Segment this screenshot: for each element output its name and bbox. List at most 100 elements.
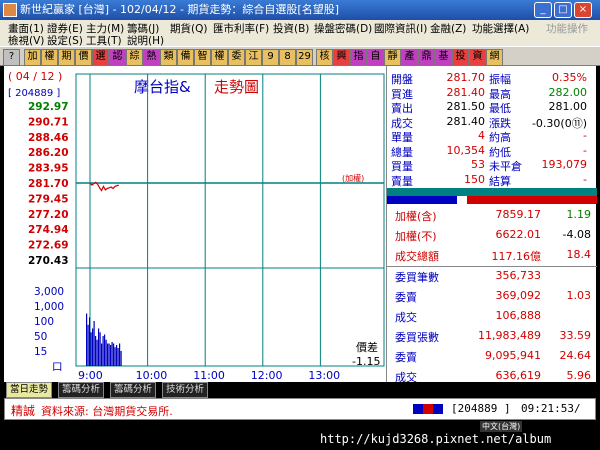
window-title: 新世紀贏家 [台灣] - 102/04/12 - 期貨走勢：綜合自選股[名望股] [20,3,339,16]
order-change: 5.96 [566,369,592,382]
order-value: 11,983,489 [478,329,541,342]
toolbar-button-16[interactable]: 8 [279,49,296,66]
order-row: 成交 106,888 [387,309,597,324]
toolbar-button-23[interactable]: 產 [401,49,418,66]
order-label: 委賣 [395,291,417,304]
index-label: 加權(不) [395,230,437,243]
price-tick-label: 277.20 [28,209,69,221]
toolbar-button-19[interactable]: 興 [333,49,350,66]
volume-bar [86,313,88,366]
quote-value: 281.40 [446,114,486,128]
toolbar-button-12[interactable]: 權 [211,49,228,66]
view-tabs: 當日走勢 籌碼分析 籌碼分析 技術分析 [4,382,596,398]
price-tick-label: 279.45 [28,193,69,205]
ime-indicator[interactable]: 中文(台灣) [480,421,523,432]
volume-bar [114,347,116,366]
volume-bar [99,332,101,366]
quote-row: 單量 4 約高 - [387,129,597,144]
toolbar-button-8[interactable]: 熱 [143,49,160,66]
status-blue-icon [413,404,423,414]
trend-chart[interactable]: ( 04 / 12 ) [ 204889 ] 摩台指& 走勢圖 292.9729… [4,66,386,382]
toolbar-button-28[interactable]: 網 [486,49,503,66]
bottom-strip: 中文(台灣) http://kujd3268.pixnet.net/album [0,420,600,450]
toolbar-button-22[interactable]: 靜 [384,49,401,66]
index-label: 成交總額 [395,250,439,263]
quote-value: 53 [471,158,485,171]
menu-intl-info[interactable]: 國際資訊(I) [374,21,427,36]
order-value: 9,095,941 [485,349,541,362]
toolbar-button-0[interactable]: ? [3,49,20,66]
close-button[interactable]: × [574,2,592,18]
toolbar-button-4[interactable]: 價 [75,49,92,66]
menu-forex-rates[interactable]: 匯市利率(F) [213,21,269,36]
price-tick-label: 274.94 [28,224,69,236]
tab-chips-analysis[interactable]: 籌碼分析 [58,382,105,398]
volume-bar [90,332,92,366]
toolbar-button-15[interactable]: 9 [262,49,279,66]
chart-title-instrument: 摩台指& [134,78,191,96]
toolbar-button-6[interactable]: 認 [109,49,126,66]
toolbar-button-21[interactable]: 自 [367,49,384,66]
app-icon[interactable] [3,3,17,17]
toolbar-button-26[interactable]: 投 [452,49,469,66]
code-badge: [ 204889 ] [8,88,60,99]
index-row: 成交總額 117.16億 18.4 [387,248,597,263]
quote-row: 買進 281.40 最高 282.00 [387,86,597,101]
menu-trading-code[interactable]: 操盤密碼(D) [314,21,372,36]
toolbar-button-24[interactable]: 鼎 [418,49,435,66]
toolbar-button-13[interactable]: 委 [228,49,245,66]
volume-bar [117,348,119,366]
tab-intraday[interactable]: 當日走勢 [6,382,53,398]
volume-bar [107,343,109,366]
order-row: 委買張數 11,983,489 33.59 [387,329,597,344]
menu-function-ops[interactable]: 功能操作 [546,21,588,36]
minimize-button[interactable]: _ [534,2,552,18]
status-time: 09:21:53/ [521,402,581,415]
volume-bar [102,336,104,366]
tab-chips-analysis-2[interactable]: 籌碼分析 [110,382,157,398]
toolbar-button-17[interactable]: 29 [296,49,313,66]
toolbar-button-27[interactable]: 資 [469,49,486,66]
toolbar: ? 加權期價選認綜熱類備智權委江 9 8 29 核興指自靜產鼎基投資網 [0,46,600,66]
tab-technical-analysis[interactable]: 技術分析 [162,382,209,398]
toolbar-button-2[interactable]: 權 [41,49,58,66]
order-value: 369,092 [495,289,542,302]
index-change: -4.08 [562,228,591,241]
order-label: 成交 [395,311,417,324]
menu-futures[interactable]: 期貨(Q) [170,21,207,36]
toolbar-button-18[interactable]: 核 [316,49,333,66]
volume-bar [116,345,118,366]
toolbar-button-20[interactable]: 指 [350,49,367,66]
quote-value: 150 [464,172,485,186]
order-row: 委買筆數 356,733 [387,269,597,284]
volume-tick-label: 15 [34,346,47,358]
toolbar-button-25[interactable]: 基 [435,49,452,66]
toolbar-button-3[interactable]: 期 [58,49,75,66]
time-tick-label: 12:00 [251,369,283,382]
toolbar-button-11[interactable]: 智 [194,49,211,66]
menu-finance[interactable]: 金融(Z) [430,21,466,36]
toolbar-button-14[interactable]: 江 [245,49,262,66]
quote-value: 281.50 [446,100,486,113]
price-tick-label: 292.97 [28,101,69,113]
toolbar-button-9[interactable]: 類 [160,49,177,66]
maximize-button[interactable]: □ [554,2,572,18]
menu-function-select[interactable]: 功能選擇(A) [472,21,529,36]
volume-bar [111,342,113,366]
price-tick-label: 270.43 [28,255,69,267]
chart-area[interactable]: ( 04 / 12 ) [ 204889 ] 摩台指& 走勢圖 292.97 29… [4,66,386,382]
status-code: [204889 ] [451,402,511,415]
quote-value: 4 [478,129,485,142]
title-bar: 新世紀贏家 [台灣] - 102/04/12 - 期貨走勢：綜合自選股[名望股] [0,0,600,20]
toolbar-button-5[interactable]: 選 [92,49,109,66]
menu-investment[interactable]: 投資(B) [273,21,309,36]
volume-tick-label: 100 [34,316,54,328]
toolbar-button-10[interactable]: 備 [177,49,194,66]
price-tick-label: 288.46 [28,132,69,144]
toolbar-button-1[interactable]: 加 [24,49,41,66]
toolbar-button-7[interactable]: 綜 [126,49,143,66]
order-label: 委賣 [395,351,417,364]
index-table: 加權(含) 7859.17 1.19 加權(不) 6622.01 -4.08 成交總額 117… [387,206,597,266]
order-row: 委賣 9,095,941 24.64 [387,349,597,364]
order-change: 33.59 [559,329,592,342]
